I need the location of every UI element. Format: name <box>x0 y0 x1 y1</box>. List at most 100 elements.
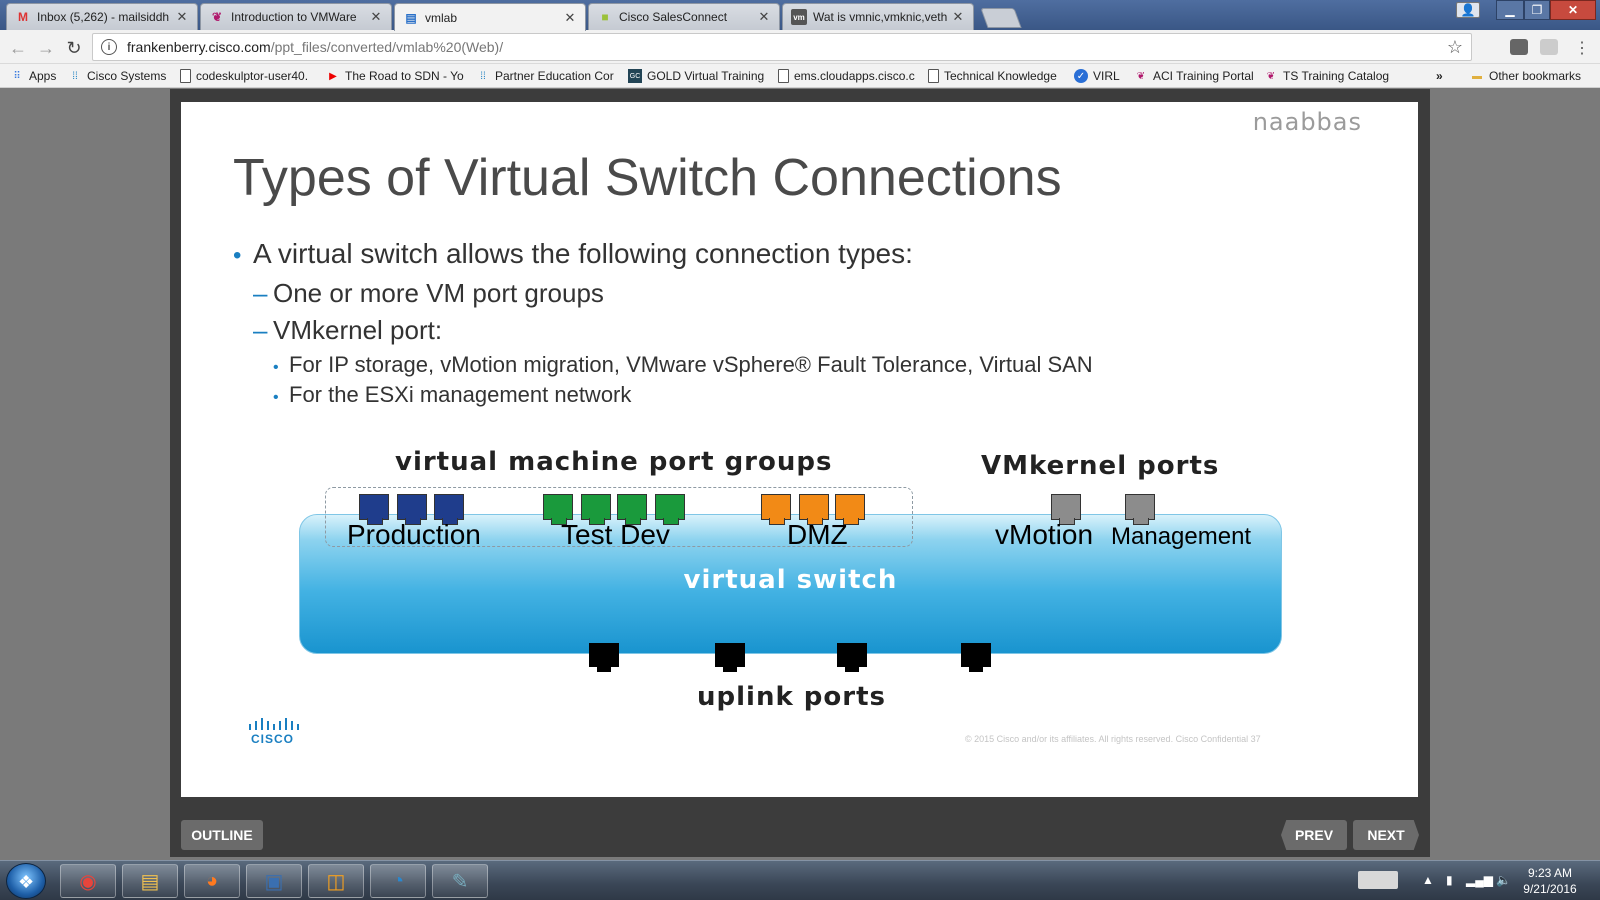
tab-vmnic[interactable]: vm Wat is vmnic,vmknic,veth ✕ <box>782 3 974 30</box>
dmz-port <box>761 494 791 525</box>
bullet-marker: • <box>273 359 279 376</box>
volume-icon[interactable]: 🔈 <box>1496 873 1511 887</box>
management-port <box>1125 494 1155 525</box>
testdev-port <box>581 494 611 525</box>
uplink-ports-label: uplink ports <box>697 682 886 712</box>
maximize-button[interactable]: ❐ <box>1524 0 1550 20</box>
tab-title: vmlab <box>425 10 458 25</box>
bookmark-partner-education[interactable]: ⁞⁞ Partner Education Cor <box>476 67 614 85</box>
python-icon[interactable]: ▣ <box>246 864 302 898</box>
apps-grid-icon: ⠿ <box>13 70 21 82</box>
bookmark-ts-training[interactable]: ❦ TS Training Catalog <box>1264 67 1389 85</box>
testdev-port <box>543 494 573 525</box>
sub-sub-bullet-item: • For IP storage, vMotion migration, VMw… <box>273 352 1093 377</box>
show-hidden-icons[interactable]: ▲ <box>1422 873 1434 887</box>
back-icon[interactable]: ← <box>8 38 28 58</box>
minimize-button[interactable]: ▁ <box>1496 0 1524 20</box>
bookmark-apps[interactable]: ⠿ Apps <box>10 67 56 85</box>
forward-icon[interactable]: → <box>36 38 56 58</box>
bookmark-star-icon[interactable]: ☆ <box>1447 37 1463 58</box>
prev-button[interactable]: PREV <box>1281 820 1347 850</box>
vmotion-port <box>1051 494 1081 525</box>
testdev-port <box>617 494 647 525</box>
tab-title: Cisco SalesConnect <box>619 10 728 24</box>
vm-port-groups-header: virtual machine port groups <box>395 447 833 477</box>
vmotion-label: vMotion <box>995 519 1094 550</box>
next-button[interactable]: NEXT <box>1353 820 1419 850</box>
new-tab-button[interactable] <box>980 8 1022 28</box>
battery-icon[interactable]: ▮ <box>1446 873 1453 887</box>
bullet-marker: • <box>233 242 242 269</box>
bookmarks-bar: ⠿ Apps ⁞⁞ Cisco Systems codeskulptor-use… <box>0 64 1600 88</box>
tab-cisco-salesconnect[interactable]: ■ Cisco SalesConnect ✕ <box>588 3 780 30</box>
dmz-port <box>799 494 829 525</box>
tab-introduction-vmware[interactable]: ❦ Introduction to VMWare ✕ <box>200 3 392 30</box>
menu-icon[interactable]: ⋮ <box>1572 38 1592 58</box>
webex-icon[interactable]: ◔ <box>370 864 426 898</box>
close-window-button[interactable]: ✕ <box>1550 0 1596 20</box>
outline-button[interactable]: OUTLINE <box>181 820 263 850</box>
other-bookmarks[interactable]: ▬ Other bookmarks <box>1470 67 1581 85</box>
virl-icon: ✓ <box>1074 69 1088 83</box>
cisco-logo: CISCO <box>247 716 301 746</box>
sub-bullet-item: – VMkernel port: <box>253 315 443 345</box>
extension-icon[interactable] <box>1510 39 1528 55</box>
info-icon[interactable]: i <box>101 39 117 55</box>
virtual-switch-diagram: virtual machine port groups VMkernel por… <box>299 447 1284 717</box>
youtube-icon: ▶ <box>329 70 337 82</box>
testdev-label: Test Dev <box>561 519 670 550</box>
bullet-item: • A virtual switch allows the following … <box>233 238 913 269</box>
bookmark-road-to-sdn[interactable]: ▶ The Road to SDN - Yo <box>326 67 464 85</box>
address-bar[interactable]: i frankenberry.cisco.com/ppt_files/conve… <box>92 33 1472 61</box>
tab-inbox[interactable]: M Inbox (5,262) - mailsiddh ✕ <box>6 3 198 30</box>
bookmark-gold-virtual[interactable]: GC GOLD Virtual Training <box>628 67 764 85</box>
close-icon[interactable]: ✕ <box>563 10 577 26</box>
close-icon[interactable]: ✕ <box>369 9 383 25</box>
tab-vmlab[interactable]: ▤ vmlab ✕ <box>394 3 586 31</box>
windows-logo-icon: ❖ <box>18 872 35 892</box>
paint-icon[interactable]: ✎ <box>432 864 488 898</box>
extension-icon[interactable] <box>1540 39 1558 55</box>
user-profile-icon[interactable]: 👤 <box>1456 2 1480 18</box>
uplink-port <box>837 643 867 672</box>
start-button[interactable]: ❖ <box>6 863 46 899</box>
cisco-icon: ⁞⁞ <box>480 70 486 82</box>
firefox-icon[interactable]: ◕ <box>184 864 240 898</box>
production-port <box>434 494 464 525</box>
keyboard-icon[interactable] <box>1358 871 1398 889</box>
close-icon[interactable]: ✕ <box>951 9 965 25</box>
feather-icon: ❦ <box>211 10 223 24</box>
gmail-icon: M <box>18 10 28 24</box>
watermark: naabbas <box>1252 108 1362 136</box>
folder-icon: ▬ <box>1472 70 1482 82</box>
chrome-icon[interactable]: ◉ <box>60 864 116 898</box>
bullet-marker: • <box>273 389 279 406</box>
outlook-icon[interactable]: ◫ <box>308 864 364 898</box>
bookmarks-overflow-button[interactable]: » <box>1436 67 1443 85</box>
reload-icon[interactable]: ↻ <box>64 38 84 58</box>
virtual-switch-label: virtual switch <box>683 565 898 595</box>
bookmark-cisco-systems[interactable]: ⁞⁞ Cisco Systems <box>68 67 166 85</box>
url-text[interactable]: frankenberry.cisco.com/ppt_files/convert… <box>127 39 503 55</box>
feather-icon: ❦ <box>1136 70 1146 82</box>
bookmark-virl[interactable]: ✓ VIRL <box>1074 67 1120 85</box>
bookmark-technical-knowledge[interactable]: Technical Knowledge <box>928 67 1057 85</box>
close-icon[interactable]: ✕ <box>175 9 189 25</box>
page-icon: ▤ <box>405 10 417 25</box>
vm-icon: vm <box>791 9 807 25</box>
network-icon[interactable]: ▂▄▆ <box>1466 873 1493 887</box>
bookmark-codeskulptor[interactable]: codeskulptor-user40. <box>180 67 308 85</box>
bookmark-ems-cloudapps[interactable]: ems.cloudapps.cisco.c <box>778 67 915 85</box>
doc-icon <box>778 69 789 83</box>
close-icon[interactable]: ✕ <box>757 9 771 25</box>
dash-marker: – <box>253 315 268 345</box>
tab-title: Inbox (5,262) - mailsiddh <box>37 10 170 24</box>
browser-toolbar: ← → ↻ i frankenberry.cisco.com/ppt_files… <box>0 30 1600 64</box>
bookmark-aci-training[interactable]: ❦ ACI Training Portal <box>1134 67 1254 85</box>
taskbar: ❖ ◉ ▤ ◕ ▣ ◫ ◔ ✎ ▲ ▮ ▂▄▆ 🔈 9:23 AM 9/21/2… <box>0 860 1600 900</box>
tab-title: Wat is vmnic,vmknic,veth <box>813 10 947 24</box>
explorer-icon[interactable]: ▤ <box>122 864 178 898</box>
cisco-icon: ⁞⁞ <box>72 70 78 82</box>
clock[interactable]: 9:23 AM 9/21/2016 <box>1510 865 1590 897</box>
folder-icon: ■ <box>601 10 609 24</box>
